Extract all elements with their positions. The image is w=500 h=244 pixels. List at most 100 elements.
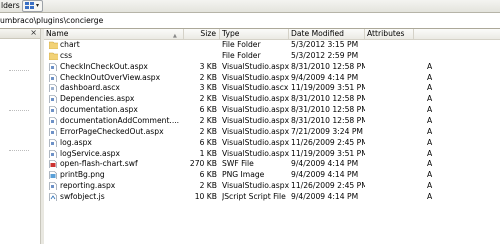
- sort-arrow-icon: ▲: [173, 33, 177, 39]
- file-name[interactable]: CheckInOutOverView.aspx: [60, 73, 182, 83]
- file-type: VisualStudio.aspx.8.0: [222, 181, 289, 191]
- column-header-name-label: Name: [46, 29, 69, 38]
- tree-connector: [9, 69, 29, 71]
- file-size: 270 KB: [189, 159, 217, 169]
- file-type: VisualStudio.aspx.8.0: [222, 105, 289, 115]
- file-row[interactable]: logService.aspx 1 KB VisualStudio.aspx.8.0…: [44, 149, 500, 159]
- file-row[interactable]: documentation.aspx 6 KB VisualStudio.aspx.…: [44, 105, 500, 115]
- file-list-header: Name ▲ Size Type Date Modified Attribute…: [44, 29, 500, 40]
- file-attributes: A: [427, 94, 433, 104]
- file-name[interactable]: open-flash-chart.swf: [60, 159, 182, 169]
- views-button[interactable]: ▾: [22, 0, 43, 12]
- file-row[interactable]: log.aspx 6 KB VisualStudio.aspx.8.011/26/2…: [44, 138, 500, 148]
- file-attributes: A: [427, 148, 433, 158]
- file-size: 2 KB: [199, 94, 217, 104]
- file-attributes: A: [427, 115, 433, 125]
- file-date-modified: 8/31/2010 12:58 PM: [291, 94, 365, 104]
- file-size: 2 KB: [199, 126, 217, 136]
- file-size: 2 KB: [199, 115, 217, 125]
- aspx-file-icon: [49, 106, 58, 115]
- file-row[interactable]: swfobject.js 10 KB JScript Script File 9/4/…: [44, 192, 500, 202]
- file-type: VisualStudio.aspx.8.0: [222, 61, 289, 71]
- file-name[interactable]: swfobject.js: [60, 192, 182, 202]
- file-row[interactable]: CheckInCheckOut.aspx 3 KB VisualStudio.asp…: [44, 62, 500, 72]
- file-type: VisualStudio.aspx.8.0: [222, 72, 289, 82]
- file-row[interactable]: open-flash-chart.swf 270 KB SWF File 9/4/20…: [44, 159, 500, 169]
- column-header-size[interactable]: Size: [184, 29, 220, 39]
- file-size: [184, 40, 217, 50]
- file-type: JScript Script File: [222, 191, 286, 201]
- file-row[interactable]: dashboard.ascx 3 KB VisualStudio.ascx.8.01…: [44, 83, 500, 93]
- aspx-file-icon: [49, 138, 58, 147]
- file-date-modified: 11/19/2009 3:51 PM: [291, 83, 365, 93]
- toolbar: lders ▾: [0, 0, 500, 13]
- file-date-modified: 9/4/2009 4:14 PM: [291, 72, 359, 82]
- file-attributes: [427, 51, 437, 61]
- file-name[interactable]: documentation.aspx: [60, 105, 182, 115]
- file-row[interactable]: Dependencies.aspx 2 KB VisualStudio.aspx.8…: [44, 94, 500, 104]
- folders-button[interactable]: lders: [0, 0, 20, 12]
- file-size: 2 KB: [199, 181, 217, 191]
- aspx-file-icon: [49, 149, 58, 158]
- file-row[interactable]: CheckInOutOverView.aspx 2 KB VisualStudio.…: [44, 73, 500, 83]
- column-header-name[interactable]: Name ▲: [44, 29, 184, 39]
- file-size: 1 KB: [199, 148, 217, 158]
- address-bar[interactable]: umbraco\plugins\concierge: [0, 13, 500, 29]
- file-attributes: A: [427, 61, 433, 71]
- file-name[interactable]: ErrorPageCheckedOut.aspx: [60, 127, 182, 137]
- file-type: VisualStudio.aspx.8.0: [222, 137, 289, 147]
- tree-connector: [9, 149, 29, 151]
- file-size: 6 KB: [199, 137, 217, 147]
- file-date-modified: 11/26/2009 2:45 PM: [291, 181, 365, 191]
- file-type: VisualStudio.aspx.8.0: [222, 115, 289, 125]
- file-type: VisualStudio.aspx.8.0: [222, 148, 289, 158]
- close-icon[interactable]: ×: [30, 28, 37, 38]
- file-name[interactable]: css: [60, 51, 182, 61]
- column-header-type[interactable]: Type: [220, 29, 289, 39]
- file-type: VisualStudio.aspx.8.0: [222, 126, 289, 136]
- file-attributes: A: [427, 83, 433, 93]
- file-row[interactable]: ErrorPageCheckedOut.aspx 2 KB VisualStudio…: [44, 127, 500, 137]
- file-name[interactable]: reporting.aspx: [60, 181, 182, 191]
- file-size: 10 KB: [194, 191, 217, 201]
- chevron-down-icon[interactable]: ▾: [36, 2, 39, 9]
- file-name[interactable]: chart: [60, 40, 182, 50]
- ascx-file-icon: [49, 84, 58, 93]
- file-row[interactable]: printBg.png 6 KB PNG Image 9/4/2009 4:14 PM…: [44, 170, 500, 180]
- file-attributes: [427, 40, 437, 50]
- folders-pane: ×: [0, 28, 41, 244]
- column-header-date-modified[interactable]: Date Modified: [289, 29, 365, 39]
- file-type: PNG Image: [222, 170, 265, 180]
- file-date-modified: 5/3/2012 3:15 PM: [291, 40, 359, 49]
- file-row[interactable]: documentationAddComment.... 2 KB VisualStu…: [44, 116, 500, 126]
- aspx-file-icon: [49, 73, 58, 82]
- file-date-modified: 11/19/2009 3:51 PM: [291, 148, 365, 158]
- file-type: SWF File: [222, 159, 254, 169]
- file-name[interactable]: dashboard.ascx: [60, 83, 182, 93]
- file-type: File Folder: [222, 50, 261, 60]
- address-path[interactable]: umbraco\plugins\concierge: [0, 15, 103, 26]
- file-attributes: A: [427, 191, 433, 201]
- js-file-icon: [49, 193, 58, 201]
- file-name[interactable]: CheckInCheckOut.aspx: [60, 62, 182, 72]
- file-attributes: A: [427, 72, 433, 82]
- file-row[interactable]: reporting.aspx 2 KB VisualStudio.aspx.8.01…: [44, 181, 500, 191]
- aspx-file-icon: [49, 95, 58, 104]
- file-name[interactable]: documentationAddComment....: [60, 116, 182, 126]
- file-size: 6 KB: [199, 105, 217, 115]
- file-size: [184, 51, 217, 61]
- file-name[interactable]: log.aspx: [60, 138, 182, 148]
- folders-pane-header: ×: [0, 28, 40, 39]
- file-date-modified: 8/31/2010 12:58 PM: [291, 115, 365, 125]
- file-name[interactable]: logService.aspx: [60, 149, 182, 159]
- column-header-attributes[interactable]: Attributes: [365, 29, 414, 39]
- file-date-modified: 9/4/2009 4:14 PM: [291, 170, 359, 180]
- swf-file-icon: [49, 160, 58, 169]
- file-size: 3 KB: [199, 61, 217, 71]
- file-name[interactable]: printBg.png: [60, 170, 182, 180]
- file-row[interactable]: css File Folder 5/3/2012 2:59 PM: [44, 51, 500, 61]
- file-row[interactable]: chart File Folder 5/3/2012 3:15 PM: [44, 40, 500, 50]
- file-name[interactable]: Dependencies.aspx: [60, 94, 182, 104]
- file-date-modified: 7/21/2009 3:24 PM: [291, 126, 363, 136]
- file-type: File Folder: [222, 40, 261, 49]
